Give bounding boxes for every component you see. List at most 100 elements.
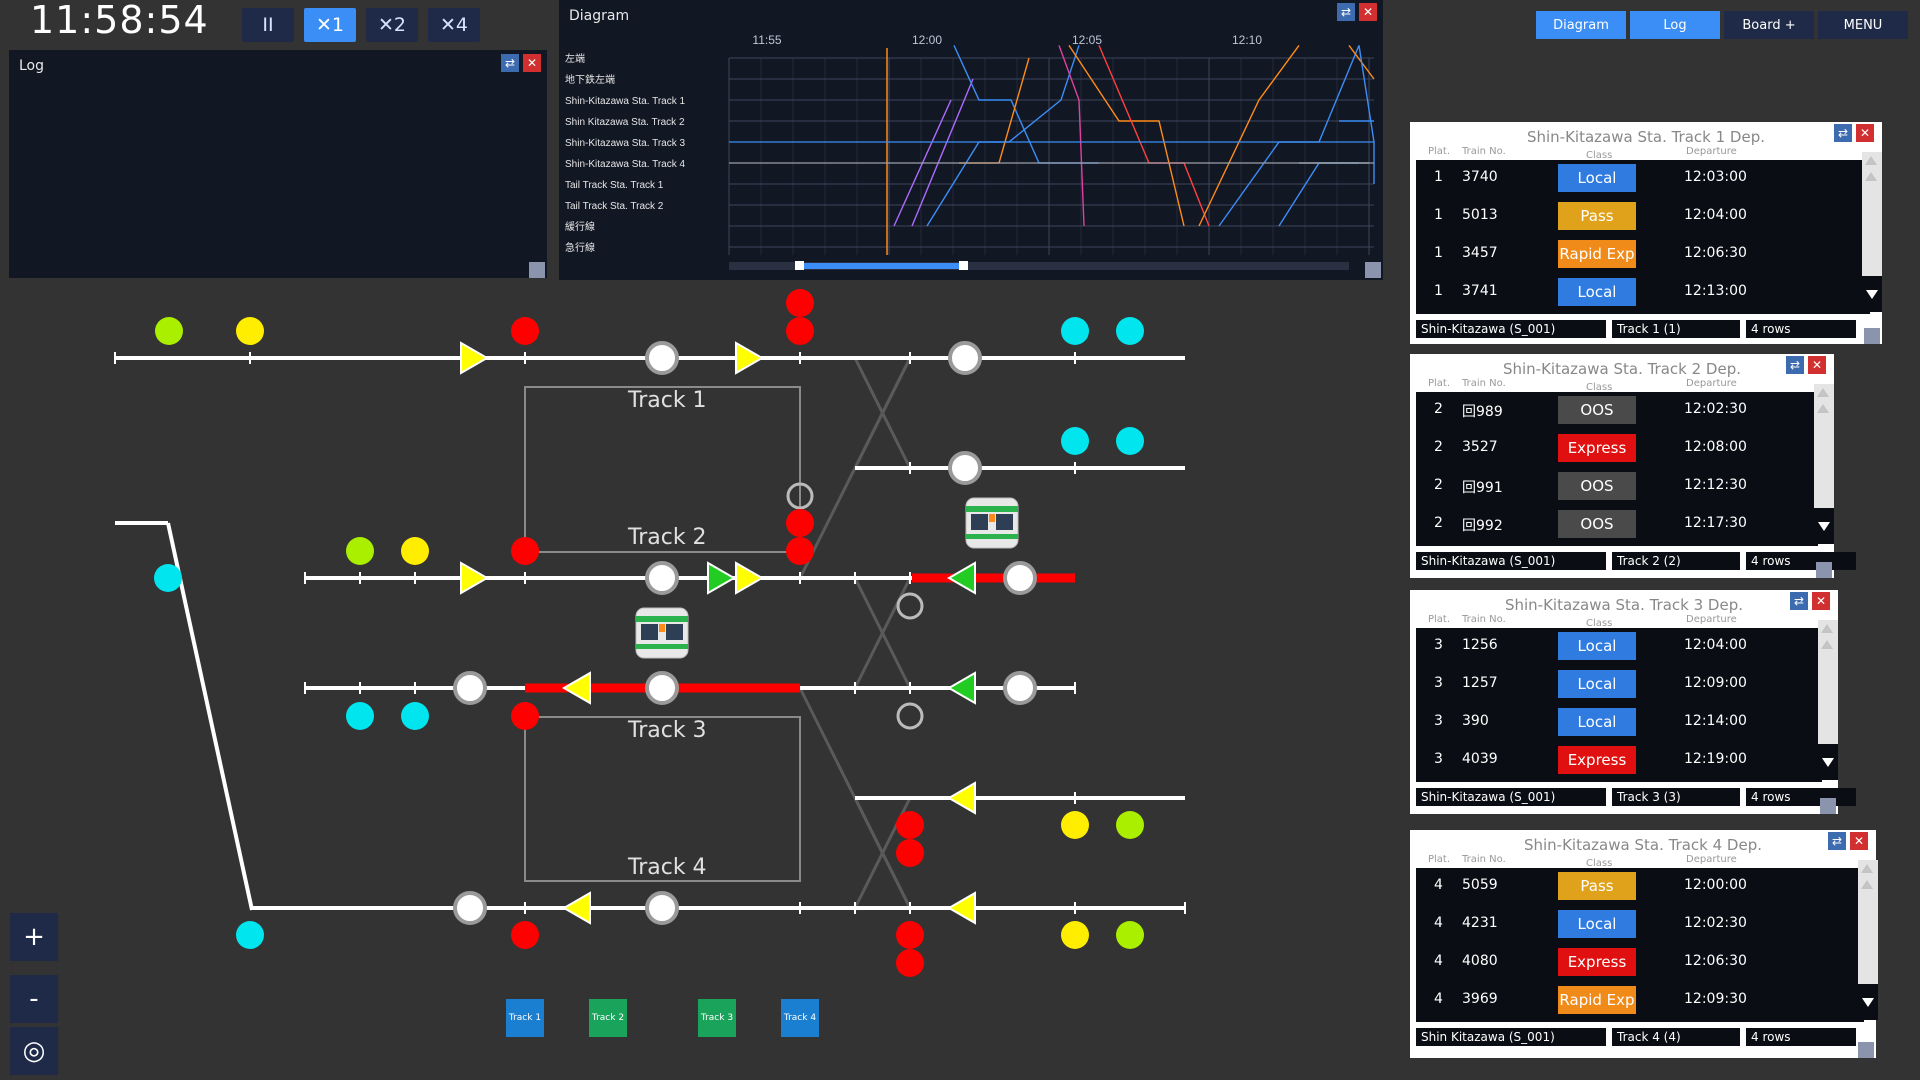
- close-icon[interactable]: ✕: [1850, 832, 1868, 850]
- plat-cell: 2: [1434, 477, 1443, 493]
- departure-board-4: Shin-Kitazawa Sta. Track 4 Dep. ⇄ ✕ Plat. Tr…: [1410, 830, 1878, 1058]
- board-footer-field: Track 2 (2): [1612, 552, 1740, 570]
- board-footer-field: Track 4 (4): [1612, 1028, 1740, 1046]
- board-header: Train No.: [1462, 378, 1506, 389]
- board-row[interactable]: 1 3740 Local 12:03:00: [1416, 160, 1870, 198]
- class-badge: OOS: [1558, 472, 1636, 500]
- departure-cell: 12:13:00: [1684, 283, 1747, 299]
- board-row[interactable]: 4 3969 Rapid Exp 12:09:30: [1416, 982, 1864, 1020]
- board-header: Departure: [1686, 146, 1737, 157]
- train-icon[interactable]: [635, 607, 689, 659]
- departure-cell: 12:02:30: [1684, 915, 1747, 931]
- close-icon[interactable]: ✕: [1856, 124, 1874, 142]
- diagram-button[interactable]: Diagram: [1536, 11, 1626, 39]
- board-row[interactable]: 3 1256 Local 12:04:00: [1416, 628, 1822, 666]
- board-header: Departure: [1686, 614, 1737, 625]
- departure-cell: 12:14:00: [1684, 713, 1747, 729]
- track-3-button[interactable]: Track 3: [698, 999, 736, 1037]
- board-title: Shin-Kitazawa Sta. Track 3 Dep.: [1504, 596, 1743, 614]
- class-badge: Rapid Exp: [1558, 986, 1636, 1014]
- board-row[interactable]: 4 5059 Pass 12:00:00: [1416, 868, 1864, 906]
- plat-cell: 4: [1434, 915, 1443, 931]
- plat-cell: 3: [1434, 637, 1443, 653]
- class-badge: Local: [1558, 910, 1636, 938]
- board-row[interactable]: 4 4231 Local 12:02:30: [1416, 906, 1864, 944]
- swap-icon[interactable]: ⇄: [1790, 592, 1808, 610]
- departure-cell: 12:19:00: [1684, 751, 1747, 767]
- board-add-button[interactable]: Board +: [1724, 11, 1814, 39]
- board-footer-field: 4 rows: [1746, 1028, 1856, 1046]
- plat-cell: 3: [1434, 713, 1443, 729]
- departure-board-2: Shin-Kitazawa Sta. Track 2 Dep. ⇄ ✕ Plat. Tr…: [1410, 354, 1856, 578]
- board-row[interactable]: 3 390 Local 12:14:00: [1416, 704, 1822, 742]
- board-row[interactable]: 3 1257 Local 12:09:00: [1416, 666, 1822, 704]
- switch-points[interactable]: [453, 341, 1037, 925]
- train-no-cell: 3457: [1462, 245, 1498, 261]
- board-rows: 1 3740 Local 12:03:00 1 5013 Pass 12:04:…: [1416, 160, 1870, 314]
- class-badge: Local: [1558, 632, 1636, 660]
- class-badge: Rapid Exp: [1558, 240, 1636, 268]
- menu-button[interactable]: MENU: [1818, 11, 1908, 39]
- board-header: Train No.: [1462, 614, 1506, 625]
- direction-arrows: [460, 341, 976, 925]
- close-icon[interactable]: ✕: [1812, 592, 1830, 610]
- swap-icon[interactable]: ⇄: [1786, 356, 1804, 374]
- resize-handle[interactable]: [1820, 798, 1836, 814]
- departure-board-1: Shin-Kitazawa Sta. Track 1 Dep. ⇄ ✕ Plat. Tr…: [1410, 122, 1882, 344]
- departure-cell: 12:09:00: [1684, 675, 1747, 691]
- track-4-button[interactable]: Track 4: [781, 999, 819, 1037]
- board-header: Train No.: [1462, 854, 1506, 865]
- track-2-button[interactable]: Track 2: [589, 999, 627, 1037]
- resize-handle[interactable]: [1816, 562, 1832, 578]
- board-row[interactable]: 4 4080 Express 12:06:30: [1416, 944, 1864, 982]
- resize-handle[interactable]: [1858, 1042, 1874, 1058]
- board-row[interactable]: 3 4039 Express 12:19:00: [1416, 742, 1822, 780]
- plat-cell: 2: [1434, 401, 1443, 417]
- departure-cell: 12:06:30: [1684, 953, 1747, 969]
- board-row[interactable]: 2 回989 OOS 12:02:30: [1416, 392, 1818, 430]
- track-1-button[interactable]: Track 1: [506, 999, 544, 1037]
- board-header: Train No.: [1462, 146, 1506, 157]
- departure-cell: 12:06:30: [1684, 245, 1747, 261]
- board-row[interactable]: 2 3527 Express 12:08:00: [1416, 430, 1818, 468]
- plat-cell: 1: [1434, 169, 1443, 185]
- train-no-cell: 3527: [1462, 439, 1498, 455]
- log-button[interactable]: Log: [1630, 11, 1720, 39]
- close-icon[interactable]: ✕: [1808, 356, 1826, 374]
- departure-cell: 12:12:30: [1684, 477, 1747, 493]
- plat-cell: 2: [1434, 439, 1443, 455]
- train-icon[interactable]: [965, 497, 1019, 549]
- board-row[interactable]: 2 回991 OOS 12:12:30: [1416, 468, 1818, 506]
- board-footer-field: 4 rows: [1746, 552, 1856, 570]
- board-title: Shin-Kitazawa Sta. Track 2 Dep.: [1502, 360, 1741, 378]
- departure-cell: 12:08:00: [1684, 439, 1747, 455]
- board-rows: 3 1256 Local 12:04:00 3 1257 Local 12:09…: [1416, 628, 1822, 782]
- train-no-cell: 390: [1462, 713, 1489, 729]
- class-badge: Express: [1558, 948, 1636, 976]
- occupied-sections: [525, 573, 1075, 693]
- board-header: Departure: [1686, 854, 1737, 865]
- board-scrollbar[interactable]: [1858, 860, 1878, 1020]
- board-row[interactable]: 1 5013 Pass 12:04:00: [1416, 198, 1870, 236]
- zoom-out-button[interactable]: -: [10, 975, 58, 1023]
- class-badge: Local: [1558, 708, 1636, 736]
- train-no-cell: 回991: [1462, 480, 1503, 496]
- zoom-reset-button[interactable]: ◎: [10, 1027, 58, 1075]
- train-no-cell: 回992: [1462, 518, 1503, 534]
- board-scrollbar[interactable]: [1814, 384, 1834, 544]
- swap-icon[interactable]: ⇄: [1828, 832, 1846, 850]
- track-label-3: Track 3: [628, 718, 707, 743]
- train-no-cell: 3741: [1462, 283, 1498, 299]
- board-row[interactable]: 1 3741 Local 12:13:00: [1416, 274, 1870, 312]
- class-badge: OOS: [1558, 510, 1636, 538]
- board-scrollbar[interactable]: [1862, 152, 1882, 312]
- board-row[interactable]: 1 3457 Rapid Exp 12:06:30: [1416, 236, 1870, 274]
- zoom-in-button[interactable]: +: [10, 913, 58, 961]
- swap-icon[interactable]: ⇄: [1834, 124, 1852, 142]
- board-scrollbar[interactable]: [1818, 620, 1838, 780]
- board-footer-field: 4 rows: [1746, 788, 1856, 806]
- resize-handle[interactable]: [1864, 328, 1880, 344]
- board-row[interactable]: 2 回992 OOS 12:17:30: [1416, 506, 1818, 544]
- track-label-1: Track 1: [628, 388, 707, 413]
- board-rows: 2 回989 OOS 12:02:30 2 3527 Express 12:08…: [1416, 392, 1818, 546]
